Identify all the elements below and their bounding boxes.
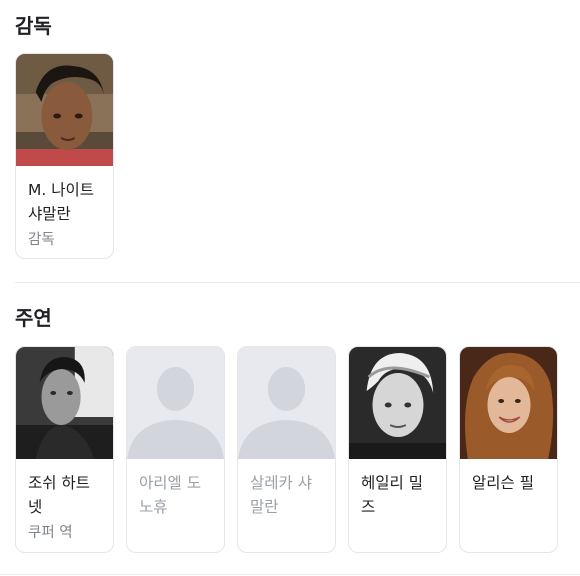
cast-photo: [16, 347, 113, 459]
director-photo: [16, 54, 113, 166]
person-placeholder-icon: [127, 347, 224, 459]
cast-heading: 주연: [15, 306, 52, 330]
cast-name: 조쉬 하트넷: [28, 474, 90, 516]
cast-name: 아리엘 도노휴: [139, 474, 201, 516]
cast-name: 헤일리 밀즈: [361, 474, 423, 516]
director-role: 감독: [28, 232, 55, 248]
director-card-shyamalan[interactable]: M. 나이트 샤말란 감독: [15, 53, 114, 259]
cast-name: 알리슨 필: [472, 474, 534, 492]
cast-card-saleka-shyamalan[interactable]: 살레카 샤말란: [237, 346, 336, 553]
cast-photo: [460, 347, 557, 459]
cast-photo: [349, 347, 446, 459]
director-name: M. 나이트 샤말란: [28, 181, 95, 223]
cast-name: 살레카 샤말란: [250, 474, 312, 516]
cast-card-ariel-donoghue[interactable]: 아리엘 도노휴: [126, 346, 225, 553]
cast-card-alison-pill[interactable]: 알리슨 필: [459, 346, 558, 553]
directors-heading: 감독: [15, 14, 52, 38]
cast-role: 쿠퍼 역: [28, 525, 73, 541]
cast-card-josh-hartnett[interactable]: 조쉬 하트넷 쿠퍼 역: [15, 346, 114, 553]
person-placeholder-icon: [238, 347, 335, 459]
bottom-divider: [0, 574, 580, 575]
section-divider: [15, 282, 580, 283]
cast-card-hayley-mills[interactable]: 헤일리 밀즈: [348, 346, 447, 553]
